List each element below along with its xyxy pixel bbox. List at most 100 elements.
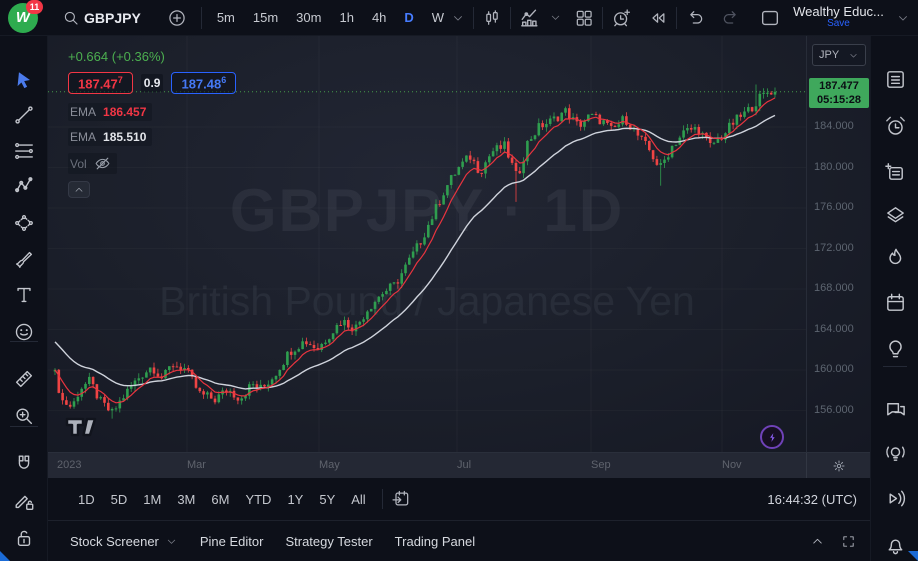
hotlist-flame-icon[interactable] (881, 243, 909, 271)
lock-all-icon[interactable] (10, 524, 38, 552)
price-tick-label: 156.000 (814, 404, 854, 416)
timeframe-5m[interactable]: 5m (210, 6, 242, 29)
chevron-down-icon[interactable] (165, 535, 178, 548)
layout-chevron-icon[interactable] (896, 11, 910, 25)
volume-row[interactable]: Vol (68, 153, 117, 174)
watchlist-icon[interactable] (881, 65, 909, 93)
notifications-bell-icon[interactable] (881, 530, 909, 558)
range-5d[interactable]: 5D (103, 488, 136, 511)
search-icon[interactable] (62, 9, 80, 27)
trend-line-icon[interactable] (10, 101, 38, 129)
layout-name-button[interactable]: Wealthy Educ... Save (793, 6, 884, 30)
redo-icon[interactable] (721, 8, 741, 28)
time-label-nov: Nov (722, 459, 742, 471)
range-3m[interactable]: 3M (169, 488, 203, 511)
range-5y[interactable]: 5Y (311, 488, 343, 511)
chart-area[interactable]: GBPJPY · 1D British Pound / Japanese Yen… (48, 36, 870, 452)
panel-maximize-icon[interactable] (841, 534, 856, 549)
price-tick-label: 160.000 (814, 363, 854, 375)
user-menu[interactable]: W 11 (0, 0, 48, 36)
price-tick-label: 164.000 (814, 323, 854, 335)
indicators-chevron-icon[interactable] (549, 11, 562, 24)
alert-plus-icon[interactable] (611, 7, 632, 28)
eye-off-icon[interactable] (94, 155, 111, 172)
ruler-icon[interactable] (10, 365, 38, 393)
time-axis[interactable]: 2023MarMayJulSepNov (48, 452, 870, 478)
quick-trade-flash-button[interactable] (760, 425, 784, 449)
price-axis[interactable]: JPY 187.477 05:15:28 184.000180.000176.0… (806, 36, 870, 452)
magnet-icon[interactable] (10, 450, 38, 478)
clock-utc[interactable]: 16:44:32 (UTC) (767, 492, 857, 507)
range-ytd[interactable]: YTD (237, 488, 279, 511)
undo-icon[interactable] (685, 8, 705, 28)
buy-button[interactable]: 187.486 (171, 72, 236, 94)
tab-label: Pine Editor (200, 534, 264, 549)
ideas-bulb-icon[interactable] (881, 334, 909, 362)
forecast-icon[interactable] (10, 209, 38, 237)
candles-style-icon[interactable] (482, 8, 502, 28)
eye-icon[interactable] (10, 553, 38, 561)
tab-pine-editor[interactable]: Pine Editor (200, 534, 264, 549)
notes-plus-icon[interactable] (881, 158, 909, 186)
axis-settings-corner[interactable] (806, 453, 870, 479)
tab-stock-screener[interactable]: Stock Screener (70, 534, 178, 549)
object-tree-icon[interactable] (881, 200, 909, 228)
time-label-sep: Sep (591, 459, 611, 471)
range-1y[interactable]: 1Y (279, 488, 311, 511)
tabs-right-controls (810, 534, 856, 549)
fib-retracement-icon[interactable] (10, 137, 38, 165)
chevron-down-icon[interactable] (451, 11, 465, 25)
alerts-clock-icon[interactable] (881, 112, 909, 140)
range-all[interactable]: All (343, 488, 373, 511)
symbol-search-button[interactable]: GBPJPY (84, 10, 141, 26)
range-6m[interactable]: 6M (203, 488, 237, 511)
tab-strategy-tester[interactable]: Strategy Tester (285, 534, 372, 549)
cursor-icon[interactable] (10, 66, 38, 94)
bottom-tabs: Stock Screener Pine Editor Strategy Tester… (48, 520, 870, 561)
streams-play-icon[interactable] (881, 484, 909, 512)
indicators-icon[interactable] (519, 7, 541, 29)
currency-selector[interactable]: JPY (812, 44, 866, 66)
streams-bulb-icon[interactable] (881, 438, 909, 466)
panel-expand-chevron-icon[interactable] (810, 534, 825, 549)
drawing-mode-lock-icon[interactable] (10, 487, 38, 515)
resize-corner[interactable] (908, 551, 918, 561)
range-1m[interactable]: 1M (135, 488, 169, 511)
timeframe-30m[interactable]: 30m (289, 6, 328, 29)
chat-icon[interactable] (881, 395, 909, 423)
ema-slow-value: 185.510 (103, 130, 146, 144)
compare-add-icon[interactable] (167, 8, 187, 28)
timeframe-1h[interactable]: 1h (332, 6, 360, 29)
timeframe-W[interactable]: W (425, 6, 451, 29)
drawing-toolbar (0, 36, 48, 561)
text-tool-icon[interactable] (10, 281, 38, 309)
price-tick-label: 184.000 (814, 120, 854, 132)
go-to-date-icon[interactable] (391, 489, 411, 509)
collapse-legend-button[interactable] (68, 181, 90, 198)
tab-trading-panel[interactable]: Trading Panel (395, 534, 475, 549)
layout-box-icon[interactable] (759, 7, 781, 29)
bar-countdown: 05:15:28 (809, 93, 869, 107)
pattern-icon[interactable] (10, 172, 38, 200)
save-button[interactable]: Save (827, 18, 850, 30)
range-1d[interactable]: 1D (70, 488, 103, 511)
timeframe-4h[interactable]: 4h (365, 6, 393, 29)
separator (676, 7, 677, 29)
ema-fast-row[interactable]: EMA 186.457 (68, 103, 152, 121)
last-price-value: 187.477 (809, 79, 869, 93)
divider (883, 366, 907, 367)
timeframe-D[interactable]: D (397, 6, 420, 29)
bar-replay-icon[interactable] (648, 8, 668, 28)
ema-slow-row[interactable]: EMA 185.510 (68, 128, 152, 146)
ema-label: EMA (70, 105, 96, 119)
sell-button[interactable]: 187.477 (68, 72, 133, 94)
separator (201, 7, 202, 29)
ema-label: EMA (70, 130, 96, 144)
layout-grid-icon[interactable] (574, 8, 594, 28)
tradingview-logo-icon[interactable] (64, 414, 108, 440)
timeframe-15m[interactable]: 15m (246, 6, 285, 29)
resize-corner[interactable] (0, 551, 10, 561)
brush-icon[interactable] (10, 245, 38, 273)
calendar-icon[interactable] (881, 288, 909, 316)
time-label-may: May (319, 459, 340, 471)
